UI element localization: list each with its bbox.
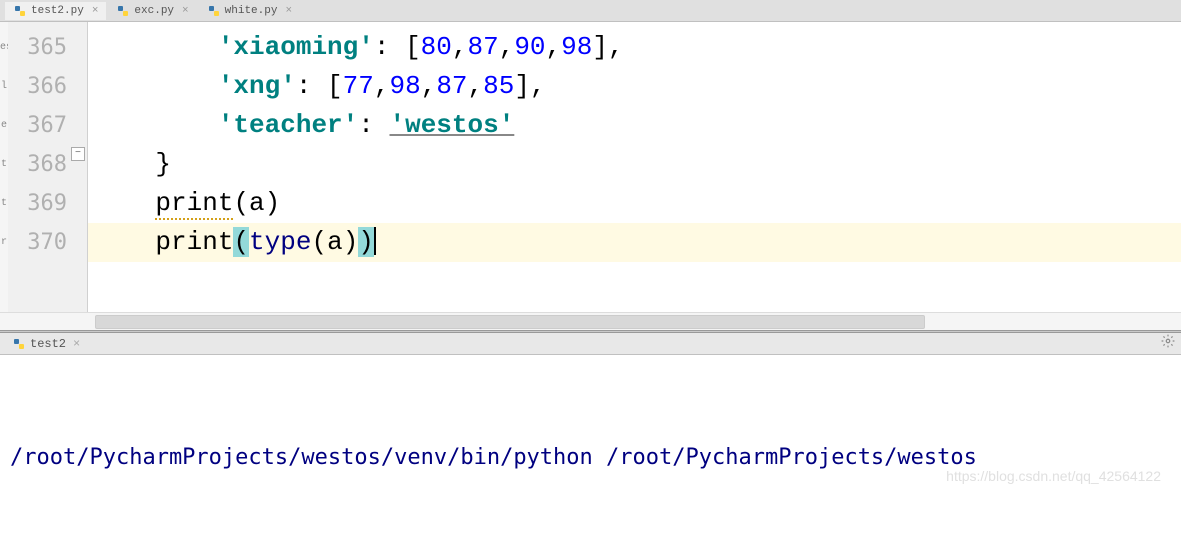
- scrollbar-thumb[interactable]: [95, 315, 925, 329]
- fold-toggle-icon[interactable]: −: [71, 147, 85, 161]
- gear-icon[interactable]: [1161, 334, 1175, 353]
- file-tab-exc[interactable]: exc.py ×: [108, 2, 196, 20]
- code-line[interactable]: 'teacher': 'westos': [88, 106, 1181, 145]
- code-line[interactable]: 'xng': [77,98,87,85],: [88, 67, 1181, 106]
- code-text-area[interactable]: − 'xiaoming': [80,87,90,98], 'xng': [77,…: [88, 22, 1181, 312]
- line-number: 366: [8, 67, 87, 106]
- watermark-text: https://blog.csdn.net/qq_42564122: [946, 457, 1161, 495]
- tab-label: test2.py: [31, 5, 84, 17]
- horizontal-scrollbar[interactable]: [0, 312, 1181, 330]
- close-icon[interactable]: ×: [182, 5, 189, 17]
- editor-file-tabs: test2.py × exc.py × white.py ×: [0, 0, 1181, 22]
- console-output[interactable]: /root/PycharmProjects/westos/venv/bin/py…: [0, 355, 1181, 535]
- python-file-icon: [207, 4, 221, 18]
- tab-label: white.py: [225, 5, 278, 17]
- line-number: 365: [8, 28, 87, 67]
- close-icon[interactable]: ×: [92, 5, 99, 17]
- python-file-icon: [116, 4, 130, 18]
- line-number: 370: [8, 223, 87, 262]
- tab-label: exc.py: [134, 5, 174, 17]
- line-numbers-gutter: 365 366 367 368 369 370: [8, 22, 88, 312]
- close-icon[interactable]: ×: [285, 5, 292, 17]
- code-line[interactable]: print(a): [88, 184, 1181, 223]
- code-line-current[interactable]: print(type(a)): [88, 223, 1181, 262]
- line-number: 369: [8, 184, 87, 223]
- line-number: 367: [8, 106, 87, 145]
- console-tab-label: test2: [30, 337, 66, 351]
- console-tabs: test2 ×: [0, 333, 1181, 355]
- python-run-icon: [12, 337, 26, 351]
- file-tab-test2[interactable]: test2.py ×: [5, 2, 106, 20]
- console-tab-test2[interactable]: test2 ×: [6, 335, 86, 353]
- python-file-icon: [13, 4, 27, 18]
- left-margin: es l e t t r: [0, 22, 8, 312]
- code-editor[interactable]: es l e t t r 365 366 367 368 369 370 − '…: [0, 22, 1181, 312]
- close-icon[interactable]: ×: [73, 337, 80, 351]
- text-cursor: [374, 227, 376, 255]
- file-tab-white[interactable]: white.py ×: [199, 2, 300, 20]
- code-line[interactable]: 'xiaoming': [80,87,90,98],: [88, 28, 1181, 67]
- code-line[interactable]: }: [88, 145, 1181, 184]
